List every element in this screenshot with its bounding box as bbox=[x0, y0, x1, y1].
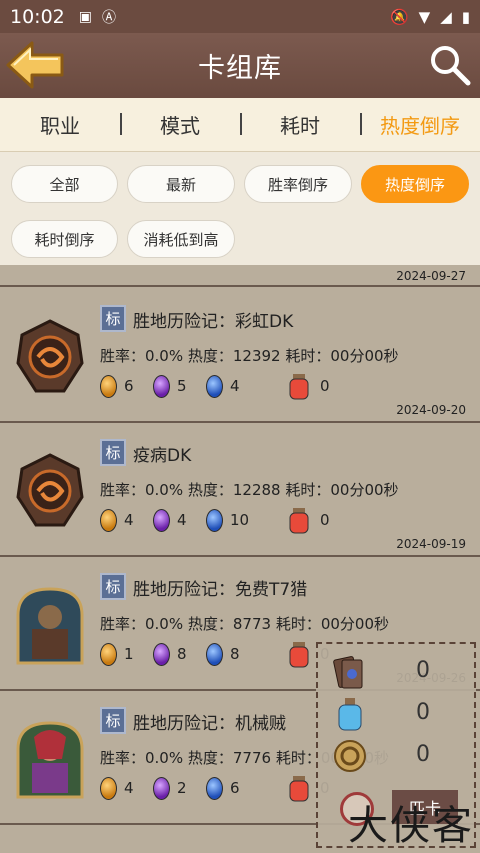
hunter-portrait bbox=[16, 587, 84, 665]
standard-badge: 标 bbox=[100, 305, 126, 332]
amber-gem-icon bbox=[100, 643, 117, 666]
deck-name: 胜地历险记：机械贼 bbox=[133, 714, 286, 734]
list-item[interactable]: 标 胜地历险记：彩虹DK 胜率：0.0% 热度：12392 耗时：00分00秒 … bbox=[0, 289, 480, 423]
dust-jar-icon bbox=[289, 374, 309, 400]
tab-class[interactable]: 职业 bbox=[0, 110, 120, 139]
blue-count: 4 bbox=[230, 377, 240, 395]
deck-name: 胜地历险记：免费T7猎 bbox=[133, 580, 308, 600]
purple-count: 4 bbox=[177, 511, 187, 529]
dust-row: 0 bbox=[328, 694, 468, 734]
amber-gem-icon bbox=[100, 777, 117, 800]
dust-jar-icon bbox=[289, 776, 309, 802]
amber-gem-icon bbox=[100, 509, 117, 532]
deck-date: 2024-09-27 bbox=[396, 269, 466, 283]
image-icon: ▣ bbox=[78, 8, 92, 25]
blue-count: 8 bbox=[230, 645, 240, 663]
search-icon[interactable] bbox=[428, 43, 472, 87]
watermark: 大侠客 bbox=[348, 803, 474, 849]
purple-count: 5 bbox=[177, 377, 187, 395]
standard-badge: 标 bbox=[100, 707, 126, 734]
rogue-portrait bbox=[16, 721, 84, 799]
deck-date: 2024-09-19 bbox=[396, 537, 466, 551]
deck-name: 胜地历险记：彩虹DK bbox=[133, 312, 294, 332]
filter-duration-desc[interactable]: 耗时倒序 bbox=[11, 220, 118, 258]
tab-bar: 职业 模式 耗时 热度倒序 bbox=[0, 98, 480, 152]
blue-gem-icon bbox=[206, 777, 223, 800]
amber-count: 4 bbox=[124, 779, 134, 797]
list-item[interactable]: 2024-09-27 bbox=[0, 265, 480, 287]
signal-icon: ◢ bbox=[440, 7, 452, 26]
potion-icon bbox=[338, 698, 362, 731]
page-title: 卡组库 bbox=[198, 53, 282, 84]
text-notification-icon: Ⓐ bbox=[102, 9, 116, 26]
filter-all[interactable]: 全部 bbox=[11, 165, 118, 203]
filter-panel: 全部 最新 胜率倒序 热度倒序 耗时倒序 消耗低到高 bbox=[0, 152, 480, 265]
standard-badge: 标 bbox=[100, 439, 126, 466]
tab-popularity-desc[interactable]: 热度倒序 bbox=[360, 110, 480, 139]
dust-jar-icon bbox=[289, 508, 309, 534]
deck-stats: 胜率：0.0% 热度：12392 耗时：00分00秒 bbox=[100, 347, 399, 365]
battery-icon: ▮ bbox=[461, 7, 470, 26]
standard-badge: 标 bbox=[100, 573, 126, 600]
gold-total: 0 bbox=[416, 742, 430, 767]
clock: 10:02 bbox=[10, 5, 65, 28]
deck-stats: 胜率：0.0% 热度：8773 耗时：00分00秒 bbox=[100, 615, 389, 633]
purple-gem-icon bbox=[153, 777, 170, 800]
amber-gem-icon bbox=[100, 375, 117, 398]
dk-icon bbox=[16, 453, 84, 527]
deck-stats: 胜率：0.0% 热度：12288 耗时：00分00秒 bbox=[100, 481, 399, 499]
filter-cost-asc[interactable]: 消耗低到高 bbox=[127, 220, 235, 258]
filter-winrate-desc[interactable]: 胜率倒序 bbox=[244, 165, 352, 203]
dust-jar-icon bbox=[289, 642, 309, 668]
blue-count: 6 bbox=[230, 779, 240, 797]
dust-total: 0 bbox=[416, 700, 430, 725]
purple-gem-icon bbox=[153, 509, 170, 532]
card-pack-icon bbox=[333, 656, 363, 689]
back-arrow-icon[interactable] bbox=[4, 39, 66, 91]
amber-count: 1 bbox=[124, 645, 134, 663]
purple-gem-icon bbox=[153, 375, 170, 398]
purple-gem-icon bbox=[153, 643, 170, 666]
blue-gem-icon bbox=[206, 643, 223, 666]
list-item[interactable]: 标 疫病DK 胜率：0.0% 热度：12288 耗时：00分00秒 4 4 10… bbox=[0, 423, 480, 557]
blue-gem-icon bbox=[206, 375, 223, 398]
dust-count: 0 bbox=[320, 377, 330, 395]
deck-name: 疫病DK bbox=[133, 446, 192, 466]
status-bar: 10:02 ▣ Ⓐ 🔕 ▼ ◢ ▮ bbox=[0, 0, 480, 33]
mute-icon: 🔕 bbox=[389, 7, 409, 26]
purple-count: 8 bbox=[177, 645, 187, 663]
app-bar: 卡组库 bbox=[0, 33, 480, 98]
filter-popularity-desc[interactable]: 热度倒序 bbox=[361, 165, 469, 203]
tab-duration[interactable]: 耗时 bbox=[240, 110, 360, 139]
wifi-icon: ▼ bbox=[418, 7, 431, 26]
dk-icon bbox=[16, 319, 84, 393]
cards-count: 0 bbox=[416, 658, 430, 683]
dust-count: 0 bbox=[320, 511, 330, 529]
blue-gem-icon bbox=[206, 509, 223, 532]
amber-count: 4 bbox=[124, 511, 134, 529]
deck-date: 2024-09-20 bbox=[396, 403, 466, 417]
purple-count: 2 bbox=[177, 779, 187, 797]
tab-mode[interactable]: 模式 bbox=[120, 110, 240, 139]
amber-count: 6 bbox=[124, 377, 134, 395]
filter-newest[interactable]: 最新 bbox=[127, 165, 235, 203]
gold-row: 0 bbox=[328, 736, 468, 776]
gold-coin-icon bbox=[334, 740, 366, 772]
blue-count: 10 bbox=[230, 511, 250, 529]
cards-row: 0 bbox=[328, 652, 468, 692]
